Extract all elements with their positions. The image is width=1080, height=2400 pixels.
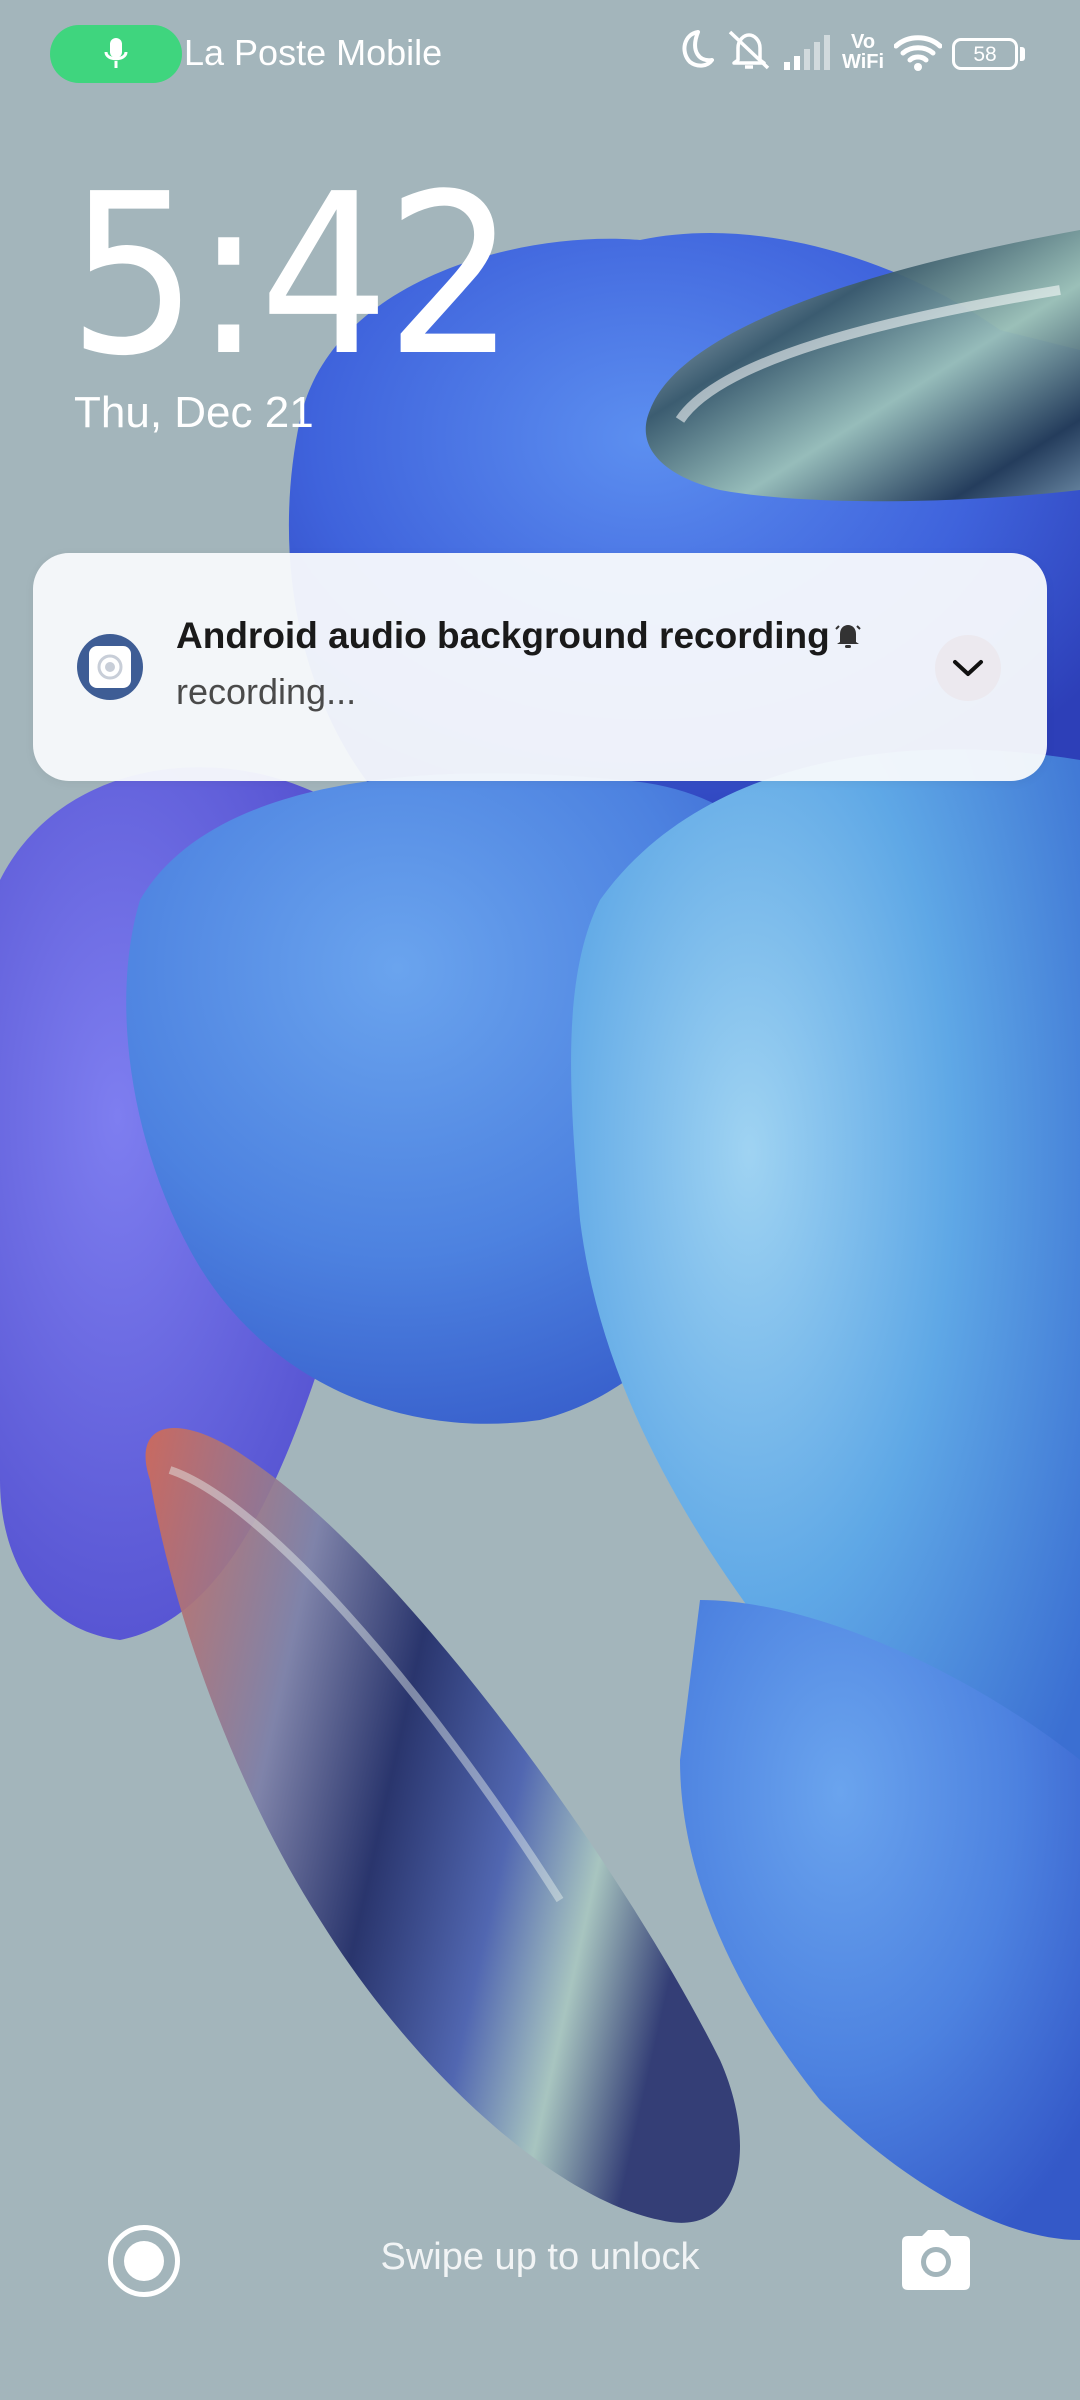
wifi-icon bbox=[894, 35, 942, 71]
bell-icon bbox=[835, 625, 861, 648]
chevron-down-icon bbox=[953, 660, 983, 676]
vowifi-label-bottom: WiFi bbox=[842, 51, 885, 73]
battery-level: 58 bbox=[973, 42, 997, 66]
battery-nub bbox=[1020, 47, 1025, 61]
expand-notification-button[interactable] bbox=[935, 635, 1001, 701]
lock-screen: La Poste Mobile Vo WiFi 58 5:42 Thu, Dec… bbox=[0, 0, 1080, 2400]
app-icon-glyph bbox=[89, 646, 131, 688]
vowifi-label-top: Vo bbox=[850, 31, 876, 53]
mic-icon bbox=[104, 38, 128, 68]
vowifi-icon: Vo WiFi bbox=[842, 32, 884, 72]
notification-card[interactable]: Android audio background recording recor… bbox=[33, 553, 1047, 781]
mic-in-use-indicator[interactable] bbox=[50, 25, 182, 83]
lock-date: Thu, Dec 21 bbox=[74, 388, 314, 437]
moon-icon bbox=[682, 30, 714, 68]
camera-button[interactable] bbox=[900, 2228, 972, 2292]
carrier-name: La Poste Mobile bbox=[184, 32, 443, 73]
notification-title: Android audio background recording bbox=[176, 615, 830, 656]
status-bar: La Poste Mobile Vo WiFi 58 bbox=[0, 0, 1080, 110]
lock-clock: 5:42 bbox=[68, 147, 516, 405]
battery-icon: 58 bbox=[952, 38, 1018, 70]
bell-off-icon bbox=[728, 30, 770, 70]
recorder-app-icon bbox=[77, 634, 143, 700]
notification-text: recording... bbox=[176, 671, 357, 712]
signal-icon bbox=[784, 35, 830, 70]
camera-icon bbox=[902, 2230, 970, 2290]
